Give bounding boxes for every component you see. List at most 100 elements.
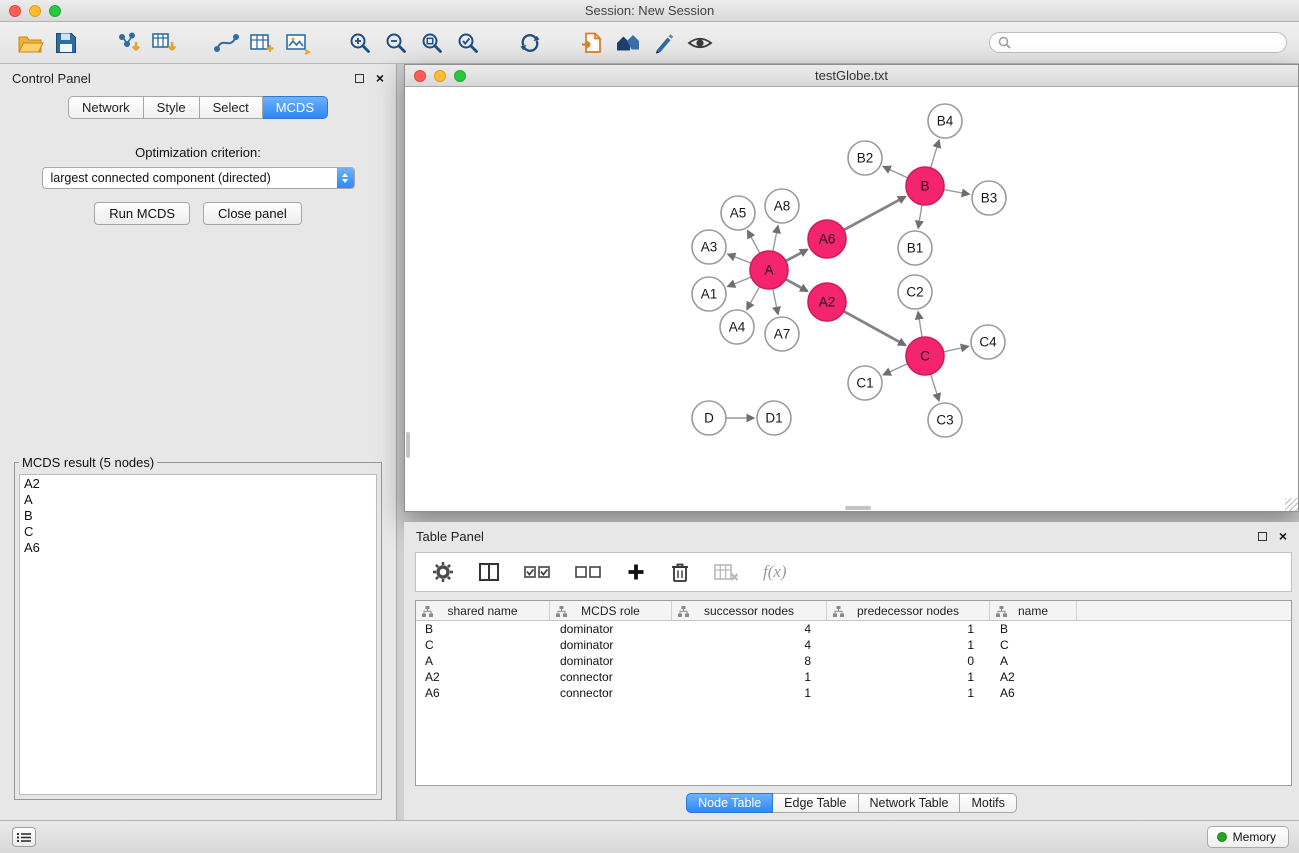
cell[interactable]: dominator <box>550 653 672 669</box>
table-row-b[interactable]: Bdominator41B <box>416 621 1291 637</box>
tab-network-table[interactable]: Network Table <box>859 793 961 813</box>
edge-C-C3[interactable] <box>931 374 939 400</box>
edge-A-A6[interactable] <box>786 250 807 261</box>
column-header-successor-nodes[interactable]: successor nodes <box>672 601 827 620</box>
cell[interactable]: C <box>416 637 550 653</box>
import-table-button[interactable] <box>146 26 182 60</box>
cell[interactable]: A6 <box>416 685 550 701</box>
edge-A-A5[interactable] <box>748 231 760 253</box>
tab-select[interactable]: Select <box>200 96 263 119</box>
close-panel-icon[interactable]: × <box>376 74 384 83</box>
deselect-all-button[interactable] <box>575 562 602 582</box>
tab-node-table[interactable]: Node Table <box>686 793 773 813</box>
cell[interactable]: 0 <box>827 653 990 669</box>
cell[interactable]: 1 <box>672 685 827 701</box>
delete-table-button[interactable] <box>714 562 739 582</box>
network-graph[interactable]: AA2A6BCA1A3A4A5A7A8B1B2B3B4C1C2C3C4DD1 <box>405 87 1298 511</box>
style-pen-button[interactable] <box>646 26 682 60</box>
node-C1[interactable]: C1 <box>848 366 882 400</box>
table-float-panel-icon[interactable] <box>1258 532 1267 541</box>
new-network-button[interactable] <box>208 26 244 60</box>
column-header-name[interactable]: name <box>990 601 1077 620</box>
edge-C-C4[interactable] <box>944 346 968 351</box>
column-header-shared-name[interactable]: shared name <box>416 601 550 620</box>
edge-A-A8[interactable] <box>773 226 778 251</box>
cell[interactable]: A2 <box>416 669 550 685</box>
cell[interactable]: 4 <box>672 621 827 637</box>
node-A5[interactable]: A5 <box>721 196 755 230</box>
network-zoom-button[interactable] <box>454 70 466 82</box>
apply-layout-button[interactable] <box>512 26 548 60</box>
node-A8[interactable]: A8 <box>765 189 799 223</box>
import-network-button[interactable] <box>110 26 146 60</box>
node-B[interactable]: B <box>906 167 944 205</box>
zoom-out-button[interactable] <box>378 26 414 60</box>
new-table-button[interactable] <box>244 26 280 60</box>
node-C[interactable]: C <box>906 337 944 375</box>
float-panel-icon[interactable] <box>355 74 364 83</box>
result-item-a6[interactable]: A6 <box>24 540 372 556</box>
node-D1[interactable]: D1 <box>757 401 791 435</box>
edge-B-B1[interactable] <box>918 205 922 228</box>
zoom-window-button[interactable] <box>49 5 61 17</box>
open-session-button[interactable] <box>12 26 48 60</box>
save-session-button[interactable] <box>48 26 84 60</box>
cell[interactable]: 8 <box>672 653 827 669</box>
node-C3[interactable]: C3 <box>928 403 962 437</box>
run-mcds-button[interactable]: Run MCDS <box>94 202 190 225</box>
zoom-fit-button[interactable] <box>414 26 450 60</box>
show-hide-panels-button[interactable] <box>12 827 36 847</box>
cell[interactable]: dominator <box>550 637 672 653</box>
result-item-c[interactable]: C <box>24 524 372 540</box>
cell[interactable]: C <box>990 637 1077 653</box>
vertical-scrollbar-thumb[interactable] <box>406 432 410 458</box>
node-A6[interactable]: A6 <box>808 220 846 258</box>
cell[interactable]: A <box>990 653 1077 669</box>
tab-motifs[interactable]: Motifs <box>960 793 1016 813</box>
cell[interactable]: 1 <box>827 685 990 701</box>
search-box[interactable] <box>989 32 1287 53</box>
cell[interactable]: 1 <box>672 669 827 685</box>
home-button[interactable] <box>610 26 646 60</box>
edge-B-B3[interactable] <box>944 190 969 195</box>
cell[interactable]: connector <box>550 685 672 701</box>
node-D[interactable]: D <box>692 401 726 435</box>
node-A2[interactable]: A2 <box>808 283 846 321</box>
node-C4[interactable]: C4 <box>971 325 1005 359</box>
cell[interactable]: A <box>416 653 550 669</box>
delete-row-button[interactable] <box>670 561 690 583</box>
show-details-button[interactable] <box>682 26 718 60</box>
cell[interactable]: 1 <box>827 621 990 637</box>
table-row-a6[interactable]: A6connector11A6 <box>416 685 1291 701</box>
node-B1[interactable]: B1 <box>898 231 932 265</box>
cell[interactable]: B <box>416 621 550 637</box>
cell[interactable]: connector <box>550 669 672 685</box>
cell[interactable]: 1 <box>827 669 990 685</box>
zoom-selected-button[interactable] <box>450 26 486 60</box>
node-B2[interactable]: B2 <box>848 141 882 175</box>
cell[interactable] <box>1077 669 1291 685</box>
cell[interactable]: A6 <box>990 685 1077 701</box>
tab-mcds[interactable]: MCDS <box>263 96 328 119</box>
cell[interactable]: 1 <box>827 637 990 653</box>
result-item-a[interactable]: A <box>24 492 372 508</box>
close-panel-button[interactable]: Close panel <box>203 202 302 225</box>
mcds-result-list[interactable]: A2ABCA6 <box>19 474 377 795</box>
search-input[interactable] <box>1016 36 1278 50</box>
cell[interactable]: 4 <box>672 637 827 653</box>
table-settings-button[interactable] <box>432 561 454 583</box>
column-header-predecessor-nodes[interactable]: predecessor nodes <box>827 601 990 620</box>
node-C2[interactable]: C2 <box>898 275 932 309</box>
edge-A-A7[interactable] <box>773 289 778 314</box>
result-item-a2[interactable]: A2 <box>24 476 372 492</box>
network-close-button[interactable] <box>414 70 426 82</box>
edge-C-C2[interactable] <box>918 312 922 337</box>
node-A1[interactable]: A1 <box>692 277 726 311</box>
cell[interactable] <box>1077 621 1291 637</box>
minimize-window-button[interactable] <box>29 5 41 17</box>
network-canvas[interactable]: AA2A6BCA1A3A4A5A7A8B1B2B3B4C1C2C3C4DD1 <box>405 87 1298 511</box>
edge-B-B2[interactable] <box>884 167 908 178</box>
node-B4[interactable]: B4 <box>928 104 962 138</box>
node-A3[interactable]: A3 <box>692 230 726 264</box>
network-minimize-button[interactable] <box>434 70 446 82</box>
